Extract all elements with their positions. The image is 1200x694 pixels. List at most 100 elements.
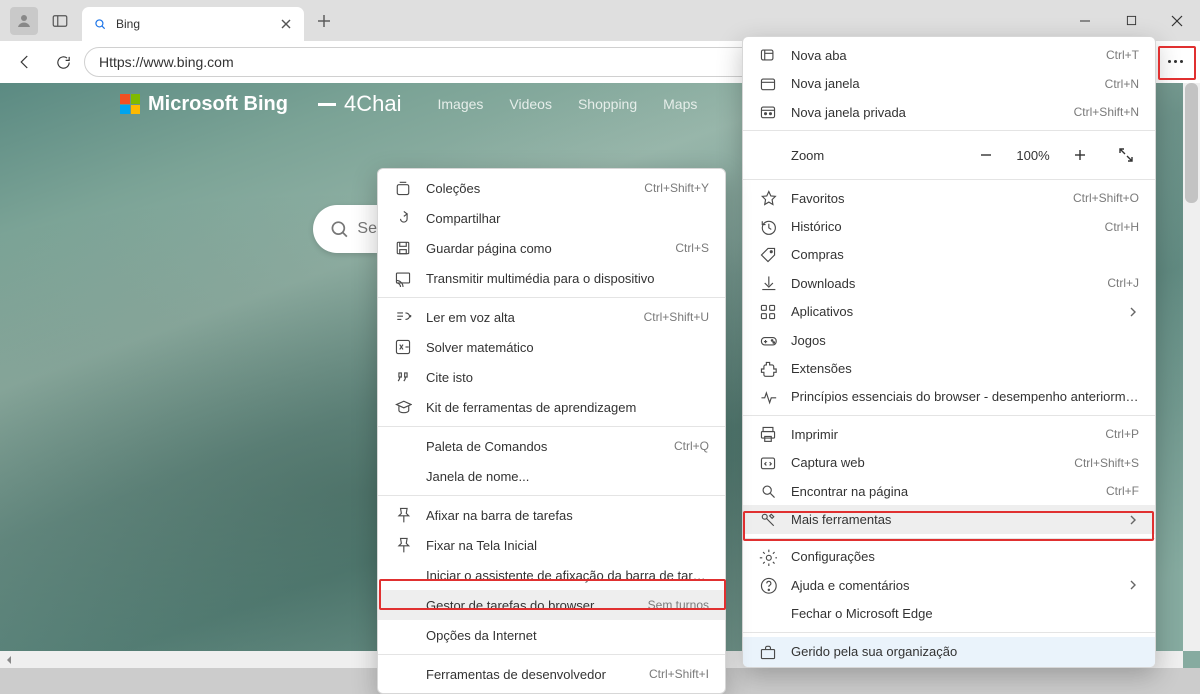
menu-label: Ajuda e comentários — [791, 578, 1113, 593]
tag-icon — [759, 246, 777, 264]
menu-shortcut: Ctrl+Shift+N — [1074, 105, 1139, 119]
menu-item[interactable]: Ajuda e comentários — [743, 571, 1155, 599]
share-icon — [394, 209, 412, 227]
tab[interactable]: Bing — [82, 7, 304, 41]
menu-label: Jogos — [791, 333, 1139, 348]
menu-item[interactable]: Solver matemático — [378, 332, 725, 362]
menu-item[interactable]: Kit de ferramentas de aprendizagem — [378, 392, 725, 422]
menu-item[interactable]: Ler em voz alta Ctrl+Shift+U — [378, 302, 725, 332]
back-button[interactable] — [8, 47, 42, 77]
menu-label: Encontrar na página — [791, 484, 1092, 499]
menu-item[interactable]: Paleta de ComandosCtrl+Q — [378, 431, 725, 461]
bing-logo-text: Microsoft Bing — [148, 93, 288, 116]
menu-item[interactable]: Fechar o Microsoft Edge — [743, 599, 1155, 627]
menu-item[interactable]: Ferramentas de desenvolvedorCtrl+Shift+I — [378, 659, 725, 689]
private-icon — [759, 103, 777, 121]
learning-icon — [394, 398, 412, 416]
menu-item[interactable]: Downloads Ctrl+J — [743, 269, 1155, 297]
bing-search-box[interactable]: Se — [313, 205, 377, 253]
menu-label: Histórico — [791, 219, 1091, 234]
menu-separator — [378, 426, 725, 427]
menu-label: Solver matemático — [426, 340, 709, 355]
minimize-button[interactable] — [1062, 0, 1108, 41]
menu-label: Ler em voz alta — [426, 310, 630, 325]
menu-item[interactable]: Cite isto — [378, 362, 725, 392]
scrollbar-thumb[interactable] — [1185, 83, 1198, 203]
close-button[interactable] — [1154, 0, 1200, 41]
vertical-scrollbar[interactable] — [1183, 83, 1200, 651]
refresh-button[interactable] — [46, 47, 80, 77]
menu-shortcut: Ctrl+F — [1106, 484, 1139, 498]
menu-item[interactable]: Configurações — [743, 543, 1155, 571]
pin-icon — [394, 506, 412, 524]
menu-item[interactable]: FavoritosCtrl+Shift+O — [743, 184, 1155, 212]
zoom-in-button[interactable] — [1067, 142, 1093, 168]
games-icon — [759, 331, 777, 349]
maximize-button[interactable] — [1108, 0, 1154, 41]
address-url: Https://www.bing.com — [99, 54, 234, 70]
menu-item[interactable]: Captura webCtrl+Shift+S — [743, 449, 1155, 477]
save-icon — [394, 239, 412, 257]
help-icon — [759, 576, 777, 594]
search-icon — [329, 218, 349, 240]
pin2-icon — [394, 536, 412, 554]
menu-separator — [378, 495, 725, 496]
newtab-icon — [759, 46, 777, 64]
microsoft-logo-icon — [120, 94, 140, 114]
bing-nav-link[interactable]: Maps — [663, 96, 697, 112]
bing-nav-link[interactable]: Videos — [509, 96, 552, 112]
titlebar: Bing — [0, 0, 1200, 41]
menu-item[interactable]: Compartilhar — [378, 203, 725, 233]
fullscreen-button[interactable] — [1113, 142, 1139, 168]
menu-item[interactable]: Nova abaCtrl+T — [743, 41, 1155, 69]
bing-nav-link[interactable]: Images — [437, 96, 483, 112]
menu-label: Gestor de tarefas do browser — [426, 598, 634, 613]
menu-item[interactable]: Transmitir multimédia para o dispositivo — [378, 263, 725, 293]
menu-item[interactable]: Gestor de tarefas do browser Sem turnos — [378, 590, 725, 620]
bing-nav-link[interactable]: Shopping — [578, 96, 637, 112]
bing-search-placeholder: Se — [357, 220, 377, 238]
more-tools-submenu: ColeçõesCtrl+Shift+YCompartilharGuardar … — [377, 168, 726, 694]
new-tab-button[interactable] — [310, 7, 338, 35]
menu-item[interactable]: Mais ferramentas — [743, 505, 1155, 533]
apps-icon — [759, 303, 777, 321]
menu-item[interactable]: Aplicativos — [743, 298, 1155, 326]
menu-shortcut: Ctrl+Shift+S — [1074, 456, 1139, 470]
managed-by-org[interactable]: Gerido pela sua organização — [743, 637, 1155, 667]
menu-item[interactable]: Jogos — [743, 326, 1155, 354]
zoom-out-button[interactable] — [973, 142, 999, 168]
menu-item[interactable]: Iniciar o assistente de afixação da barr… — [378, 560, 725, 590]
window-controls — [1062, 0, 1200, 41]
menu-item[interactable]: Princípios essenciais do browser - desem… — [743, 383, 1155, 411]
download-icon — [759, 274, 777, 292]
menu-item[interactable]: Guardar página comoCtrl+S — [378, 233, 725, 263]
menu-item[interactable]: Extensões — [743, 354, 1155, 382]
menu-item[interactable]: Opções da Internet — [378, 620, 725, 650]
menu-item[interactable]: ImprimirCtrl+P — [743, 420, 1155, 448]
find-icon — [759, 482, 777, 500]
briefcase-icon — [759, 643, 777, 661]
menu-item[interactable]: Afixar na barra de tarefas — [378, 500, 725, 530]
tabspaces-icon[interactable] — [46, 7, 74, 35]
menu-item[interactable]: ColeçõesCtrl+Shift+Y — [378, 173, 725, 203]
menu-label: Guardar página como — [426, 241, 661, 256]
scroll-left-icon[interactable] — [0, 651, 17, 668]
menu-item[interactable]: Encontrar na página Ctrl+F — [743, 477, 1155, 505]
menu-shortcut: Sem turnos — [648, 598, 709, 612]
menu-item[interactable]: Compras — [743, 241, 1155, 269]
menu-shortcut: Ctrl+Shift+U — [644, 310, 709, 324]
ext-icon — [759, 360, 777, 378]
menu-shortcut: Ctrl+J — [1107, 276, 1139, 290]
profile-icon[interactable] — [10, 7, 38, 35]
menu-item[interactable]: Nova janela privadaCtrl+Shift+N — [743, 98, 1155, 126]
menu-label: Downloads — [791, 276, 1093, 291]
menu-shortcut: Ctrl+H — [1105, 220, 1139, 234]
menu-item[interactable]: Janela de nome... — [378, 461, 725, 491]
bing-logo[interactable]: Microsoft Bing — [120, 93, 288, 116]
tab-close-icon[interactable] — [278, 16, 294, 32]
menu-item[interactable]: Fixar na Tela Inicial — [378, 530, 725, 560]
menu-item[interactable]: Nova janelaCtrl+N — [743, 69, 1155, 97]
settings-and-more-button[interactable] — [1158, 46, 1192, 76]
chai-label: 4Chai — [318, 91, 401, 117]
menu-item[interactable]: Histórico Ctrl+H — [743, 212, 1155, 240]
